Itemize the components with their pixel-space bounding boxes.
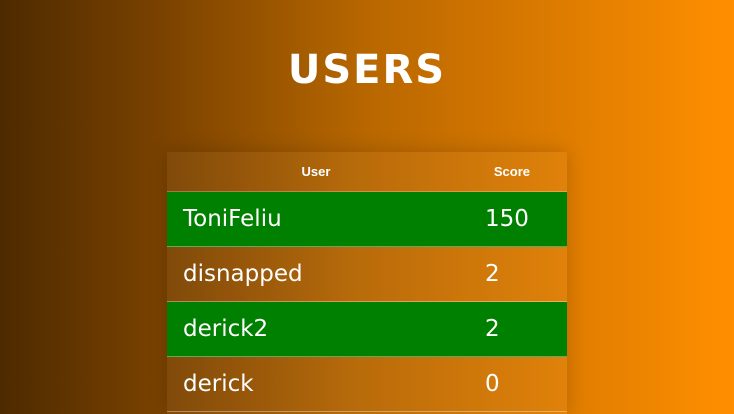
table-header: User Score (167, 152, 567, 192)
user-cell: ToniFeliu (183, 206, 282, 232)
score-cell: 150 (485, 206, 529, 232)
table-row: derick 0 (167, 357, 567, 412)
table-row: derick2 2 (167, 302, 567, 357)
score-column-header: Score (493, 164, 531, 179)
score-cell: 2 (485, 316, 500, 342)
table-row: ToniFeliu 150 (167, 192, 567, 247)
score-cell: 2 (485, 261, 500, 287)
user-cell: derick (183, 371, 254, 397)
users-table: User Score ToniFeliu 150 disnapped 2 der… (167, 152, 567, 414)
page-title: USERS (287, 47, 447, 93)
user-cell: disnapped (183, 261, 303, 287)
user-column-header: User (301, 164, 331, 179)
score-cell: 0 (485, 371, 500, 397)
table-row: disnapped 2 (167, 247, 567, 302)
user-cell: derick2 (183, 316, 269, 342)
